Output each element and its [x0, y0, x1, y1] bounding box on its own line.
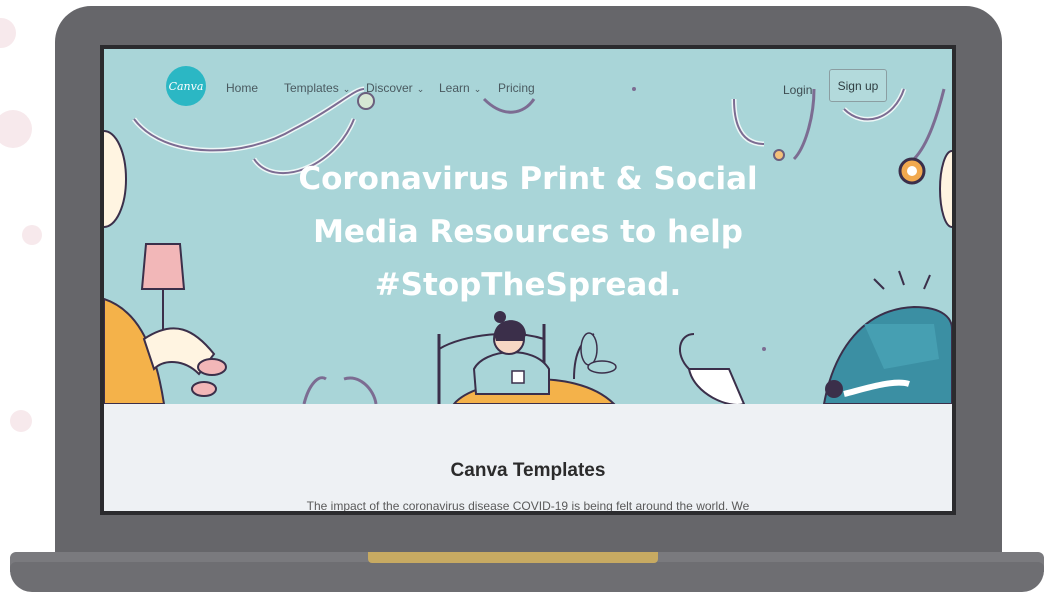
background-dot — [22, 225, 42, 245]
background-dot — [0, 110, 32, 148]
sign-up-button[interactable]: Sign up — [829, 69, 887, 102]
nav-item-label: Home — [226, 81, 259, 95]
logo-text: Canva — [168, 79, 204, 93]
background-dot — [10, 410, 32, 432]
nav-item-learn[interactable]: Learn ⌄ — [439, 81, 481, 95]
background-dot — [0, 18, 16, 48]
nav-item-label: Pricing — [498, 81, 535, 95]
laptop-hinge — [368, 552, 658, 563]
nav-item-pricing[interactable]: Pricing — [498, 81, 535, 95]
nav-item-discover[interactable]: Discover ⌄ — [366, 81, 424, 95]
nav-item-label: Templates — [284, 81, 339, 95]
top-navigation: Canva Home Templates ⌄ Discover ⌄ Learn ⌄ P… — [104, 49, 952, 129]
hero-banner: Canva Home Templates ⌄ Discover ⌄ Learn ⌄ P… — [104, 49, 952, 404]
chevron-down-icon: ⌄ — [416, 84, 425, 94]
login-link[interactable]: Login — [783, 83, 812, 97]
section-title: Canva Templates — [450, 460, 606, 481]
laptop-base-bottom — [10, 562, 1044, 592]
hero-title: Coronavirus Print & Social Media Resourc… — [298, 161, 758, 303]
laptop-screen: Canva Home Templates ⌄ Discover ⌄ Learn ⌄ P… — [100, 45, 956, 515]
section-intro-text: The impact of the coronavirus disease CO… — [306, 499, 750, 513]
templates-section: Canva Templates The impact of the corona… — [104, 404, 952, 511]
nav-item-home[interactable]: Home — [226, 81, 258, 95]
chevron-down-icon: ⌄ — [342, 84, 351, 94]
nav-item-label: Learn — [439, 81, 470, 95]
nav-item-templates[interactable]: Templates ⌄ — [284, 81, 350, 95]
canva-logo[interactable]: Canva — [166, 66, 206, 106]
chevron-down-icon: ⌄ — [473, 84, 482, 94]
nav-item-label: Discover — [366, 81, 413, 95]
